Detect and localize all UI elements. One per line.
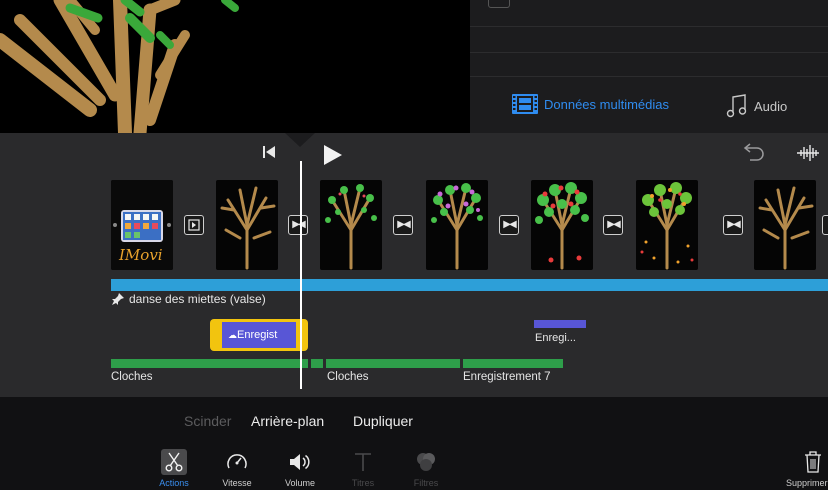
media-library-panel: Données multimédias Audio	[470, 0, 828, 133]
clip-thumbnail	[535, 182, 589, 270]
undo-icon	[743, 143, 764, 161]
crossfade-icon: ▶◀	[503, 219, 516, 230]
playback-controls	[0, 133, 828, 173]
tree-drawing-preview	[0, 0, 239, 133]
delete-button[interactable]: Supprimer	[786, 449, 828, 488]
video-preview[interactable]	[0, 0, 470, 133]
skip-to-start-button[interactable]	[262, 145, 276, 164]
sound-effect-clip[interactable]	[111, 359, 308, 368]
play-button[interactable]	[322, 144, 344, 171]
skip-to-start-icon	[263, 146, 275, 158]
pin-icon	[112, 293, 124, 305]
recording-clip-label: Enregi...	[535, 332, 576, 344]
transition-none-icon	[188, 219, 200, 231]
transition-button[interactable]	[184, 215, 204, 235]
tool-filters-label: Filtres	[413, 478, 439, 488]
transition-button[interactable]: ▶◀	[393, 215, 413, 235]
speaker-icon	[290, 454, 310, 470]
library-divider	[470, 76, 828, 77]
clip-thumbnail	[758, 186, 814, 270]
sound-effect-label: Enregistrement 7	[463, 371, 551, 383]
media-filmstrip-icon	[512, 94, 538, 114]
tool-actions-label: Actions	[159, 478, 189, 488]
playhead[interactable]	[300, 161, 302, 389]
audio-waveform-button[interactable]	[796, 145, 820, 166]
video-clip[interactable]	[531, 180, 593, 270]
tool-volume-label: Volume	[284, 478, 316, 488]
video-clip[interactable]	[320, 180, 382, 270]
speedometer-icon	[227, 454, 247, 469]
split-button[interactable]: Scinder	[184, 413, 231, 429]
video-clip[interactable]: IMovi	[111, 180, 173, 270]
tool-titles-label: Titres	[351, 478, 375, 488]
voiceover-icon: ☁	[228, 330, 237, 340]
video-clip[interactable]	[754, 180, 816, 270]
transition-button[interactable]: ▶◀	[723, 215, 743, 235]
tool-volume[interactable]: Volume	[272, 449, 328, 488]
tool-speed-label: Vitesse	[222, 478, 252, 488]
video-clip[interactable]	[216, 180, 278, 270]
recording-clip-text: Enregist	[237, 329, 278, 341]
duplicate-button[interactable]: Dupliquer	[353, 413, 413, 429]
editing-toolbar: Scinder Arrière-plan Dupliquer Actions V…	[0, 397, 828, 490]
clip-thumbnail	[325, 184, 377, 270]
tool-titles[interactable]: Titres	[335, 449, 391, 488]
recording-clip[interactable]	[534, 320, 586, 328]
crossfade-icon: ▶◀	[727, 219, 740, 230]
trash-icon	[805, 451, 821, 473]
tool-actions[interactable]: Actions	[146, 449, 202, 488]
video-clip[interactable]	[636, 180, 698, 270]
sound-effect-clip[interactable]	[463, 359, 563, 368]
clip-thumbnail	[640, 182, 694, 270]
transition-button[interactable]	[822, 215, 828, 235]
tab-media-label: Données multimédias	[544, 96, 670, 112]
tool-filters[interactable]: Filtres	[398, 449, 454, 488]
library-divider	[470, 26, 828, 27]
video-clip[interactable]	[426, 180, 488, 270]
background-music-label: danse des miettes (valse)	[111, 292, 266, 306]
crossfade-icon: ▶◀	[397, 219, 410, 230]
tool-speed[interactable]: Vitesse	[209, 449, 265, 488]
clip-thumbnail	[431, 183, 483, 270]
delete-label: Supprimer	[786, 478, 828, 488]
tab-media[interactable]: Données multimédias	[512, 94, 669, 114]
sound-effect-label: Cloches	[111, 371, 153, 383]
background-music-title: danse des miettes (valse)	[129, 292, 266, 306]
sound-effect-label: Cloches	[327, 371, 369, 383]
background-button[interactable]: Arrière-plan	[251, 413, 324, 429]
transition-button[interactable]: ▶◀	[499, 215, 519, 235]
library-scroll-handle[interactable]	[488, 0, 510, 8]
clip-thumbnail: IMovi	[111, 180, 173, 270]
undo-button[interactable]	[742, 143, 766, 166]
recording-clip-label: ☁Enregist	[228, 329, 277, 341]
play-icon	[324, 145, 342, 165]
crossfade-icon: ▶◀	[607, 219, 620, 230]
text-titles-icon	[355, 453, 371, 471]
clip-overlay-text: IMovi	[118, 246, 163, 264]
audio-waveform-icon	[797, 145, 819, 161]
clip-thumbnail	[220, 186, 276, 270]
background-music-track[interactable]	[111, 279, 828, 291]
music-note-icon	[726, 94, 747, 118]
scissors-icon	[165, 452, 183, 472]
sound-effect-clip[interactable]	[326, 359, 460, 368]
tab-audio-label: Audio	[754, 98, 788, 114]
transition-button[interactable]: ▶◀	[288, 215, 308, 235]
filters-circles-icon	[417, 453, 435, 471]
library-divider	[470, 52, 828, 53]
playhead-notch	[285, 133, 315, 147]
recording-clip-selected[interactable]: ☁Enregist	[210, 319, 308, 351]
transition-button[interactable]: ▶◀	[603, 215, 623, 235]
sound-effect-clip[interactable]	[311, 359, 323, 368]
tab-audio[interactable]: Audio	[726, 94, 787, 118]
timeline[interactable]: IMovi ▶◀ ▶◀ ▶◀ ▶◀ ▶◀ danse des miettes (…	[0, 133, 828, 397]
